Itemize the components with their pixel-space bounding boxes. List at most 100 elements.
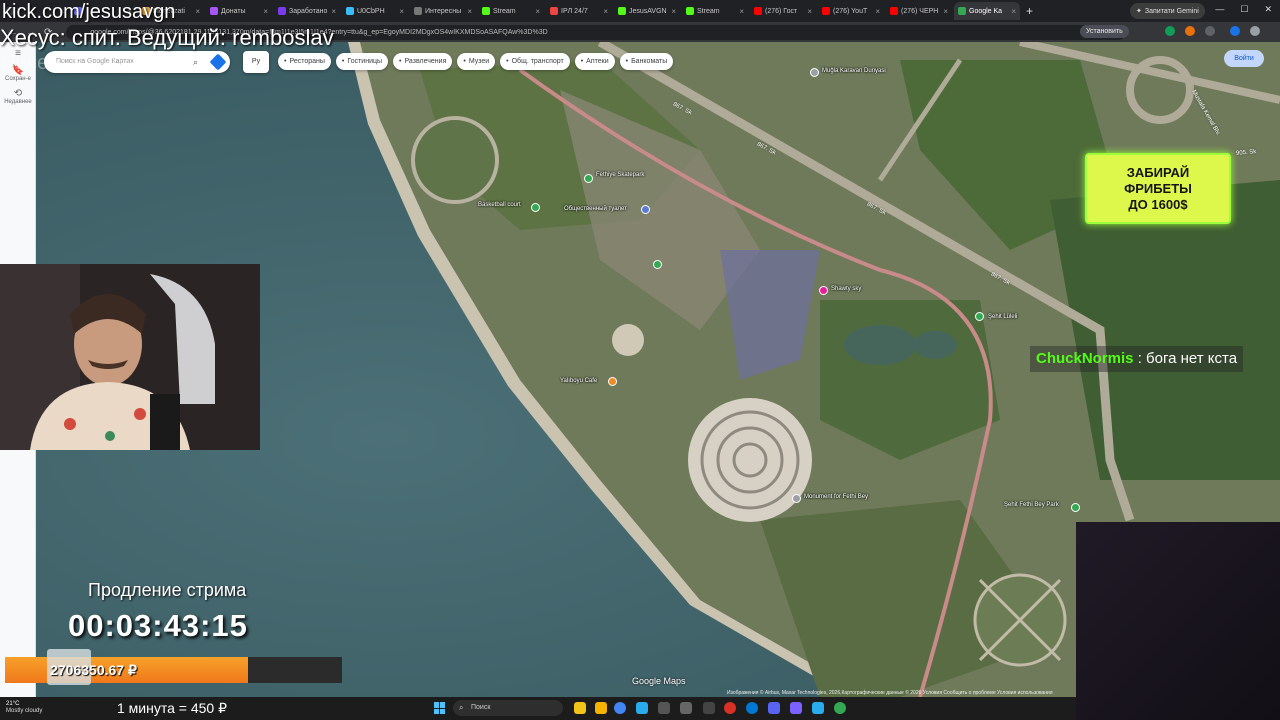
tab-label: Stream <box>493 7 516 15</box>
category-chip[interactable]: • Развлечения <box>393 53 453 70</box>
place-pin[interactable] <box>608 377 617 386</box>
tab-label: Заработано <box>289 7 328 15</box>
tab-close-icon[interactable]: × <box>1011 7 1016 16</box>
language-chip[interactable]: Ру <box>243 51 269 73</box>
close-icon[interactable]: ✕ <box>1264 4 1272 15</box>
category-chip[interactable]: • Рестораны <box>278 53 331 70</box>
weather-widget[interactable]: 21°C Mostly cloudy <box>6 701 42 715</box>
browser-tab[interactable]: Google Ka × <box>954 2 1020 20</box>
place-pin[interactable] <box>792 494 801 503</box>
google-maps-logo: Google Maps <box>632 676 686 686</box>
browser-tab[interactable]: Донаты × <box>206 2 272 20</box>
chrome-icon[interactable] <box>834 702 846 714</box>
place-pin[interactable] <box>584 174 593 183</box>
browser-tab[interactable]: Stream × <box>478 2 544 20</box>
sidebar-label: Сохран-е <box>5 76 31 82</box>
tab-label: (276) YouT <box>833 7 868 15</box>
app-icon[interactable] <box>680 702 692 714</box>
browser-tab[interactable]: JesusAVGN × <box>614 2 680 20</box>
category-chip[interactable]: • Аптеки <box>574 53 615 70</box>
place-pin[interactable] <box>975 312 984 321</box>
tab-close-icon[interactable]: × <box>943 7 948 16</box>
tab-favicon-icon <box>346 7 354 15</box>
browser-tab[interactable]: Заработано × <box>274 2 340 20</box>
install-app-button[interactable]: Установить <box>1080 25 1129 38</box>
chat-separator: : <box>1133 350 1147 367</box>
maximize-icon[interactable]: ☐ <box>1240 4 1248 15</box>
place-pin[interactable] <box>641 205 650 214</box>
browser-tab[interactable]: (276) Гост × <box>750 2 816 20</box>
tab-close-icon[interactable]: × <box>535 7 540 16</box>
place-pin[interactable] <box>819 286 828 295</box>
extensions-puzzle-icon[interactable] <box>1205 26 1215 36</box>
category-chip[interactable]: • Банкоматы <box>619 53 674 70</box>
taskbar-search[interactable]: ⌕ Поиск <box>453 700 563 716</box>
tab-close-icon[interactable]: × <box>603 7 608 16</box>
browser-tab[interactable]: U0CbPH × <box>342 2 408 20</box>
signin-button[interactable]: Войти <box>1224 50 1264 67</box>
search-icon[interactable]: ⌕ <box>193 51 198 73</box>
category-label: Музеи <box>468 58 490 65</box>
folder-icon[interactable] <box>595 702 607 714</box>
place-label[interactable]: Общественный туалет <box>564 206 627 212</box>
windows-start-icon[interactable] <box>434 702 446 714</box>
file-explorer-icon[interactable] <box>574 702 586 714</box>
place-label[interactable]: Basketball court <box>478 202 521 208</box>
app-icon[interactable] <box>703 702 715 714</box>
place-pin[interactable] <box>1071 503 1080 512</box>
chat-text: бога нет кста <box>1146 350 1238 367</box>
extension-icon[interactable] <box>1165 26 1175 36</box>
category-icon: • <box>463 58 466 65</box>
promo-line: ФРИБЕТЫ <box>1124 181 1192 196</box>
tab-label: JesusAVGN <box>629 7 667 15</box>
tab-close-icon[interactable]: × <box>399 7 404 16</box>
telegram-icon[interactable] <box>636 702 648 714</box>
place-label[interactable]: Şehit Lüleli <box>988 314 1017 320</box>
tab-close-icon[interactable]: × <box>739 7 744 16</box>
place-label[interactable]: Yalıboyu Cafe <box>560 378 597 384</box>
category-chip[interactable]: • Музеи <box>457 53 496 70</box>
place-label[interactable]: Muğla Karavan Dunyasi <box>822 68 886 74</box>
category-icon: • <box>284 58 287 65</box>
place-label[interactable]: Şehit Fethi Bey Park <box>1004 502 1059 508</box>
place-pin[interactable] <box>810 68 819 77</box>
place-pin[interactable] <box>653 260 662 269</box>
tab-close-icon[interactable]: × <box>195 7 200 16</box>
tab-close-icon[interactable]: × <box>807 7 812 16</box>
category-icon: • <box>399 58 402 65</box>
minimize-icon[interactable]: — <box>1215 4 1224 15</box>
app-icon[interactable] <box>790 702 802 714</box>
menu-dots-icon[interactable] <box>1250 26 1260 36</box>
chrome-icon[interactable] <box>614 702 626 714</box>
tab-close-icon[interactable]: × <box>263 7 268 16</box>
discord-icon[interactable] <box>768 702 780 714</box>
place-pin[interactable] <box>531 203 540 212</box>
new-tab-icon[interactable]: + <box>1026 4 1033 18</box>
category-chip[interactable]: • Гостиницы <box>335 53 389 70</box>
gemini-button[interactable]: ✦ Запитати Gemini <box>1130 3 1205 19</box>
category-chip[interactable]: • Общ. транспорт <box>500 53 570 70</box>
browser-tab[interactable]: (276) ЧЕРН × <box>886 2 952 20</box>
app-icon[interactable] <box>658 702 670 714</box>
browser-tab[interactable]: IPЛ 24/7 × <box>546 2 612 20</box>
map-attribution[interactable]: Изображения © Airbus, Maxar Technologies… <box>727 690 1053 696</box>
profile-avatar[interactable] <box>1230 26 1240 36</box>
place-label[interactable]: Shawty sky <box>831 286 861 292</box>
maps-sidebar-item[interactable]: ⟲ Недавнее <box>0 88 36 105</box>
record-icon[interactable] <box>724 702 736 714</box>
place-label[interactable]: Monument for Fethi Bey <box>804 494 868 500</box>
tab-close-icon[interactable]: × <box>875 7 880 16</box>
tab-close-icon[interactable]: × <box>467 7 472 16</box>
channel-url-overlay: kick.com/jesusavgn <box>2 1 176 23</box>
edge-icon[interactable] <box>746 702 758 714</box>
tab-close-icon[interactable]: × <box>671 7 676 16</box>
place-label[interactable]: Fethiye Skatepark <box>596 172 644 178</box>
tab-close-icon[interactable]: × <box>331 7 336 16</box>
promo-banner[interactable]: ЗАБИРАЙ ФРИБЕТЫ ДО 1600$ <box>1085 153 1231 224</box>
browser-tab[interactable]: (276) YouT × <box>818 2 884 20</box>
telegram-icon[interactable] <box>812 702 824 714</box>
browser-tab[interactable]: Stream × <box>682 2 748 20</box>
directions-icon[interactable] <box>209 53 227 71</box>
extension-icon[interactable] <box>1185 26 1195 36</box>
browser-tab[interactable]: Интересны × <box>410 2 476 20</box>
